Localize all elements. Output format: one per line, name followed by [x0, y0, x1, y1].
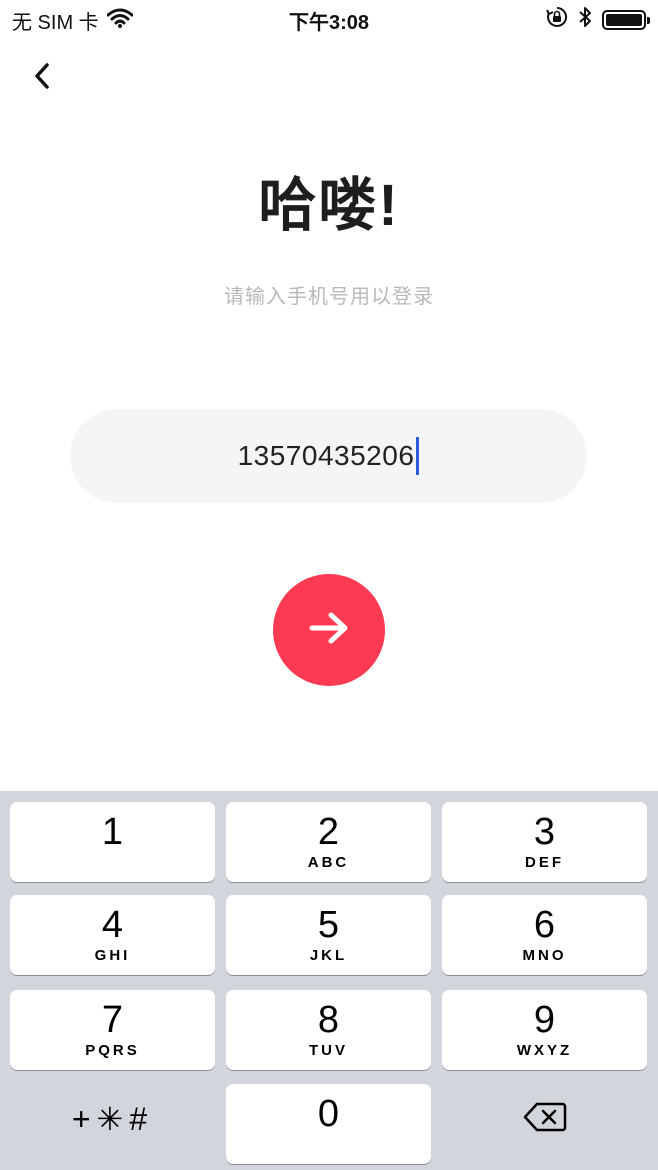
back-button[interactable]: [22, 58, 62, 98]
key-2[interactable]: 2 ABC: [226, 802, 431, 882]
chevron-left-icon: [33, 62, 51, 95]
key-6[interactable]: 6 MNO: [442, 895, 647, 975]
phone-input[interactable]: 13570435206: [70, 409, 587, 503]
arrow-right-icon: [308, 610, 350, 651]
backspace-icon: [523, 1102, 567, 1137]
key-delete[interactable]: [442, 1079, 647, 1159]
battery-fill: [606, 13, 642, 26]
key-digit: 2: [317, 811, 340, 853]
text-caret: [416, 437, 420, 475]
orientation-lock-icon: [546, 6, 568, 33]
key-digit: 5: [317, 904, 340, 946]
key-letters: GHI: [94, 947, 131, 964]
key-digit: 3: [533, 811, 556, 853]
key-digit: 9: [533, 999, 556, 1041]
key-letters: ABC: [307, 854, 350, 871]
key-symbols[interactable]: +✳#: [10, 1079, 215, 1159]
key-9[interactable]: 9 WXYZ: [442, 990, 647, 1070]
page-title: 哈喽!: [258, 173, 400, 238]
key-digit: 7: [101, 999, 124, 1041]
page-subtitle: 请输入手机号用以登录: [224, 286, 434, 308]
key-letters: WXYZ: [516, 1042, 573, 1059]
next-button[interactable]: [273, 574, 385, 686]
key-digit: 4: [101, 904, 124, 946]
bluetooth-icon: [578, 6, 592, 33]
key-letters: DEF: [525, 854, 564, 871]
key-1[interactable]: 1: [10, 802, 215, 882]
key-letters: PQRS: [85, 1042, 140, 1059]
key-5[interactable]: 5 JKL: [226, 895, 431, 975]
status-bar: 无 SIM 卡 下午3:08: [0, 0, 658, 40]
key-symbols-label: +✳#: [71, 1101, 154, 1137]
key-digit: 6: [533, 904, 556, 946]
key-digit: 0: [317, 1093, 340, 1135]
key-letters: JKL: [309, 947, 348, 964]
phone-input-value: 13570435206: [237, 440, 415, 471]
key-letters: MNO: [522, 947, 567, 964]
key-3[interactable]: 3 DEF: [442, 802, 647, 882]
status-right: [546, 6, 650, 33]
key-0[interactable]: 0: [226, 1084, 431, 1164]
key-letters: TUV: [309, 1042, 348, 1059]
key-digit: 8: [317, 999, 340, 1041]
key-8[interactable]: 8 TUV: [226, 990, 431, 1070]
key-7[interactable]: 7 PQRS: [10, 990, 215, 1070]
battery-icon: [602, 9, 650, 30]
key-digit: 1: [101, 811, 124, 853]
phone-input-content: 13570435206: [238, 437, 420, 475]
key-4[interactable]: 4 GHI: [10, 895, 215, 975]
numeric-keyboard: 1 2 ABC 3 DEF 4 GHI 5 JKL 6 MNO 7 PQRS 8…: [0, 791, 658, 1170]
